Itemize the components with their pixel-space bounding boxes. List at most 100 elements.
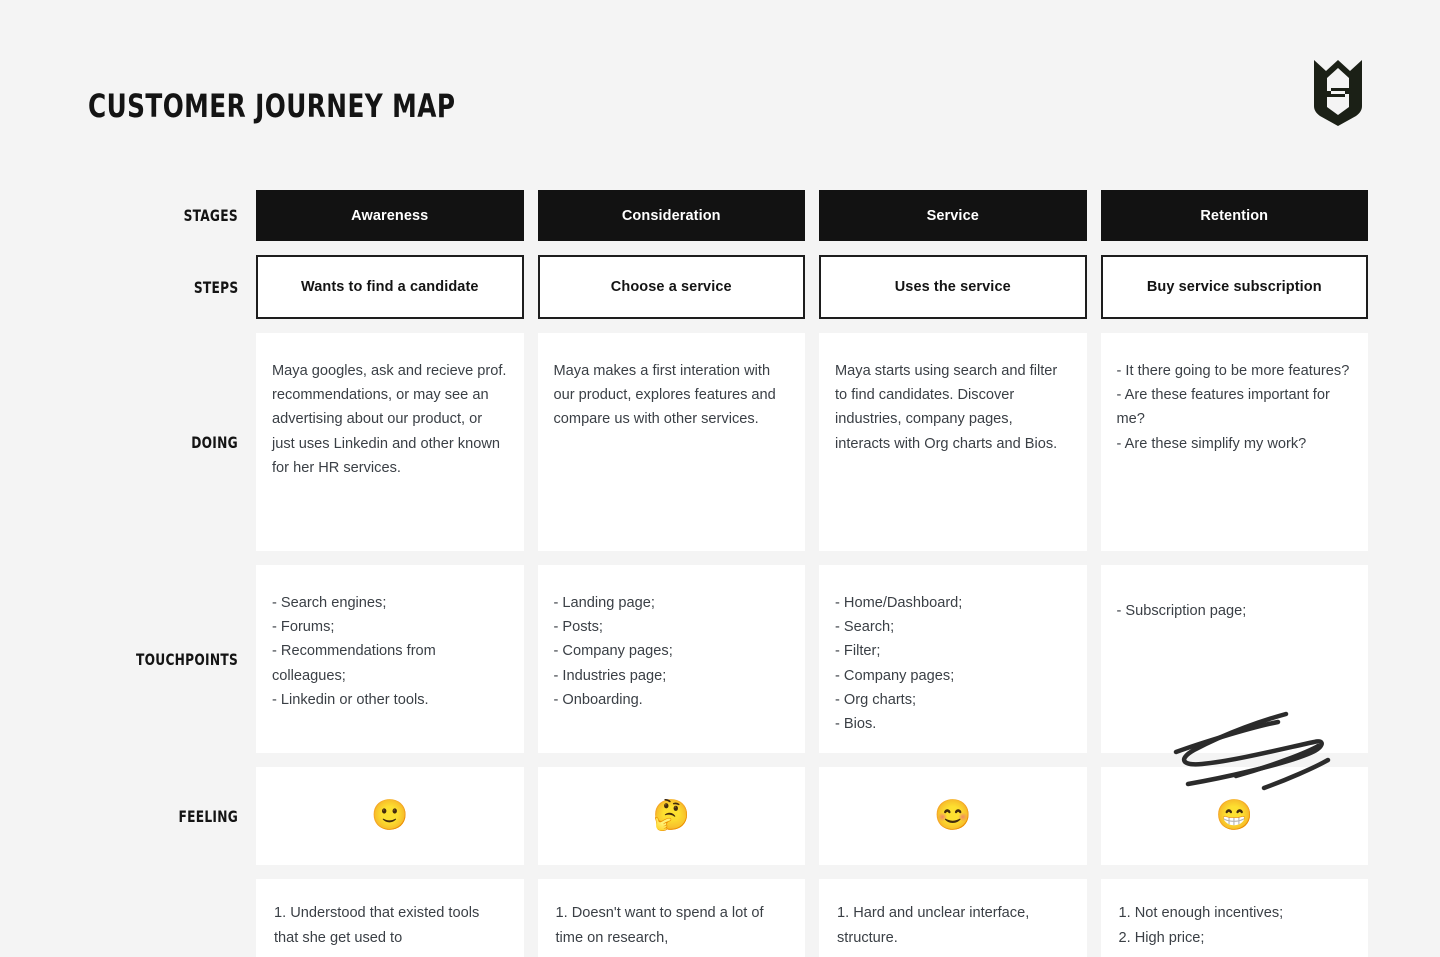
feeling-column-1: 🙂 — [256, 767, 524, 865]
step-cells: Wants to find a candidate Choose a servi… — [256, 255, 1368, 319]
stage-header-label: Service — [926, 207, 979, 224]
touchpoints-column-3: - Home/Dashboard; - Search; - Filter; - … — [819, 565, 1087, 753]
feeling-column-4: 😁 — [1100, 767, 1368, 865]
pain-points-text: 1. Doesn't want to spend a lot of time o… — [555, 905, 764, 946]
customer-journey-map-page: CUSTOMER JOURNEY MAP STAGES Awareness Co… — [0, 0, 1440, 957]
touchpoints-card-service: - Home/Dashboard; - Search; - Filter; - … — [819, 565, 1087, 753]
feeling-card-awareness: 🙂 — [256, 767, 524, 865]
doing-column-2: Maya makes a first interation with our p… — [537, 333, 805, 551]
feeling-cells: 🙂 🤔 😊 😁 — [256, 767, 1368, 865]
doing-card-service: Maya starts using search and filter to f… — [819, 333, 1087, 551]
row-feeling: FEELING 🙂 🤔 😊 😁 — [112, 767, 1368, 865]
journey-grid: STAGES Awareness Consideration Service R… — [112, 190, 1368, 957]
pain-points-column-4: 1. Not enough incentives; 2. High price; — [1100, 879, 1368, 957]
pain-points-column-1: 1. Understood that existed tools that sh… — [256, 879, 524, 957]
page-title: CUSTOMER JOURNEY MAP — [88, 87, 456, 125]
touchpoints-text: - Home/Dashboard; - Search; - Filter; - … — [835, 595, 963, 733]
row-label-pain-points — [112, 879, 256, 957]
doing-card-consideration: Maya makes a first interation with our p… — [537, 333, 805, 551]
doing-text: - It there going to be more features? - … — [1116, 363, 1350, 452]
step-card-retention[interactable]: Buy service subscription — [1100, 255, 1368, 319]
feeling-card-consideration: 🤔 — [537, 767, 805, 865]
doing-text: Maya googles, ask and recieve prof. reco… — [272, 363, 507, 476]
stage-column-2: Consideration — [537, 190, 805, 241]
step-column-2: Choose a service — [537, 255, 805, 319]
doing-cells: Maya googles, ask and recieve prof. reco… — [256, 333, 1368, 551]
step-card-label: Choose a service — [610, 279, 732, 295]
pain-points-card-awareness: 1. Understood that existed tools that sh… — [256, 879, 524, 957]
doing-column-4: - It there going to be more features? - … — [1100, 333, 1368, 551]
doing-column-1: Maya googles, ask and recieve prof. reco… — [256, 333, 524, 551]
touchpoints-text: - Landing page; - Posts; - Company pages… — [553, 595, 673, 708]
row-label-feeling-text: FEELING — [178, 806, 238, 826]
pain-points-column-3: 1. Hard and unclear interface, structure… — [819, 879, 1087, 957]
stage-column-1: Awareness — [256, 190, 524, 241]
stage-header-consideration[interactable]: Consideration — [537, 190, 805, 241]
touchpoints-column-2: - Landing page; - Posts; - Company pages… — [537, 565, 805, 753]
row-steps: STEPS Wants to find a candidate Choose a… — [112, 255, 1368, 319]
step-column-1: Wants to find a candidate — [256, 255, 524, 319]
smiling-face-with-smiling-eyes-emoji: 😊 — [934, 799, 972, 832]
row-label-stages: STAGES — [112, 190, 256, 241]
stage-column-4: Retention — [1100, 190, 1368, 241]
stage-header-label: Awareness — [351, 207, 429, 224]
touchpoints-text: - Search engines; - Forums; - Recommenda… — [272, 595, 436, 708]
touchpoints-cells: - Search engines; - Forums; - Recommenda… — [256, 565, 1368, 753]
thinking-face-emoji: 🤔 — [652, 799, 690, 832]
stage-header-label: Consideration — [621, 207, 721, 224]
step-card-label: Buy service subscription — [1146, 279, 1322, 295]
step-card-label: Wants to find a candidate — [300, 279, 479, 295]
doing-column-3: Maya starts using search and filter to f… — [819, 333, 1087, 551]
doing-card-awareness: Maya googles, ask and recieve prof. reco… — [256, 333, 524, 551]
doing-text: Maya makes a first interation with our p… — [553, 363, 776, 428]
feeling-column-2: 🤔 — [537, 767, 805, 865]
row-label-touchpoints-text: TOUCHPOINTS — [135, 649, 238, 669]
row-touchpoints: TOUCHPOINTS - Search engines; - Forums; … — [112, 565, 1368, 753]
stage-cells: Awareness Consideration Service Retentio… — [256, 190, 1368, 241]
doing-card-retention: - It there going to be more features? - … — [1100, 333, 1368, 551]
row-label-doing: DOING — [112, 333, 256, 551]
touchpoints-text: - Subscription page; — [1116, 603, 1247, 619]
stage-column-3: Service — [819, 190, 1087, 241]
feeling-card-retention: 😁 — [1100, 767, 1368, 865]
pain-points-card-consideration: 1. Doesn't want to spend a lot of time o… — [537, 879, 805, 957]
stage-header-awareness[interactable]: Awareness — [256, 190, 524, 241]
touchpoints-card-awareness: - Search engines; - Forums; - Recommenda… — [256, 565, 524, 753]
beaming-face-with-smiling-eyes-emoji: 😁 — [1215, 799, 1253, 832]
step-card-consideration[interactable]: Choose a service — [537, 255, 805, 319]
ms-monogram-shield-logo — [1308, 58, 1368, 126]
pain-points-text: 1. Not enough incentives; 2. High price; — [1118, 905, 1284, 946]
row-label-stages-text: STAGES — [183, 206, 238, 225]
pain-points-card-service: 1. Hard and unclear interface, structure… — [819, 879, 1087, 957]
row-doing: DOING Maya googles, ask and recieve prof… — [112, 333, 1368, 551]
page-header: CUSTOMER JOURNEY MAP — [88, 60, 1368, 140]
row-label-steps: STEPS — [112, 255, 256, 319]
row-label-feeling: FEELING — [112, 767, 256, 865]
step-column-4: Buy service subscription — [1100, 255, 1368, 319]
stage-header-label: Retention — [1200, 207, 1269, 224]
row-label-doing-text: DOING — [191, 432, 238, 452]
pain-points-cells: 1. Understood that existed tools that sh… — [256, 879, 1368, 957]
touchpoints-card-retention: - Subscription page; — [1100, 565, 1368, 753]
step-card-label: Uses the service — [894, 279, 1011, 295]
slightly-smiling-face-emoji: 🙂 — [371, 799, 409, 832]
pain-points-card-retention: 1. Not enough incentives; 2. High price; — [1100, 879, 1368, 957]
stage-header-service[interactable]: Service — [819, 190, 1087, 241]
pain-points-column-2: 1. Doesn't want to spend a lot of time o… — [537, 879, 805, 957]
stage-header-retention[interactable]: Retention — [1100, 190, 1368, 241]
row-stages: STAGES Awareness Consideration Service R… — [112, 190, 1368, 241]
row-label-touchpoints: TOUCHPOINTS — [112, 565, 256, 753]
row-pain-points: 1. Understood that existed tools that sh… — [112, 879, 1368, 957]
touchpoints-column-1: - Search engines; - Forums; - Recommenda… — [256, 565, 524, 753]
feeling-column-3: 😊 — [819, 767, 1087, 865]
step-card-service[interactable]: Uses the service — [819, 255, 1087, 319]
step-card-awareness[interactable]: Wants to find a candidate — [256, 255, 524, 319]
row-label-steps-text: STEPS — [193, 277, 238, 297]
feeling-card-service: 😊 — [819, 767, 1087, 865]
pain-points-text: 1. Understood that existed tools that sh… — [274, 905, 480, 946]
touchpoints-card-consideration: - Landing page; - Posts; - Company pages… — [537, 565, 805, 753]
touchpoints-column-4: - Subscription page; — [1100, 565, 1368, 753]
pain-points-text: 1. Hard and unclear interface, structure… — [837, 905, 1030, 946]
step-column-3: Uses the service — [819, 255, 1087, 319]
doing-text: Maya starts using search and filter to f… — [835, 363, 1058, 452]
